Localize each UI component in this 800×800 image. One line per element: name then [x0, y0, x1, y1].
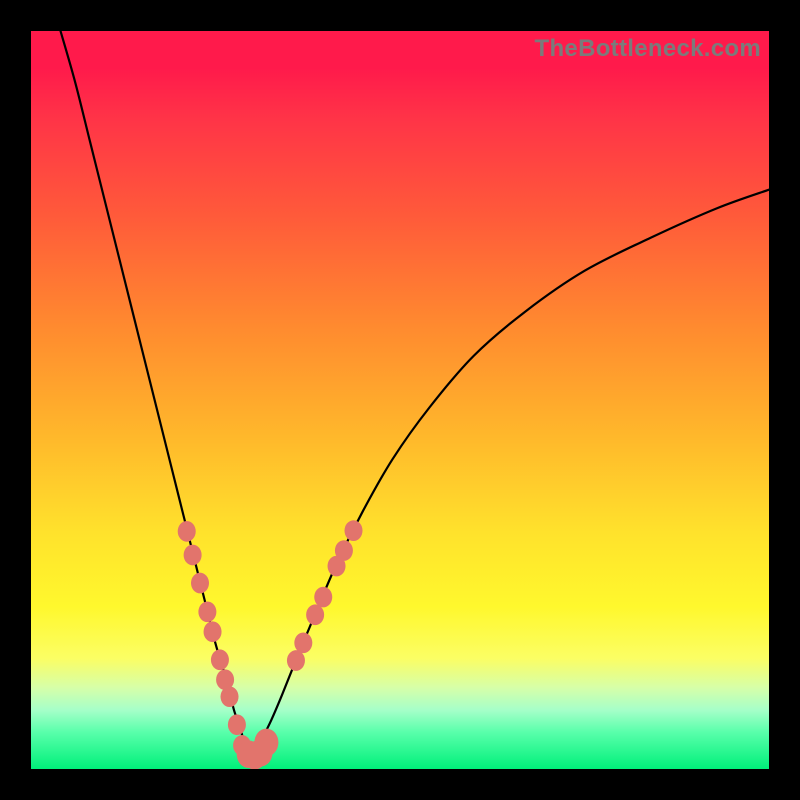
marker-dot — [228, 714, 246, 735]
right-curve — [252, 190, 769, 758]
marker-dot — [178, 521, 196, 542]
marker-dot — [211, 649, 229, 670]
marker-dot — [287, 650, 305, 671]
marker-dot — [335, 540, 353, 561]
markers-left — [178, 521, 251, 756]
marker-dot — [345, 520, 363, 541]
marker-dot — [198, 601, 216, 622]
left-curve — [61, 31, 247, 754]
marker-dot — [221, 686, 239, 707]
marker-dot — [204, 621, 222, 642]
marker-dot — [306, 604, 324, 625]
curves-svg — [31, 31, 769, 769]
markers-right — [287, 520, 363, 671]
chart-container: TheBottleneck.com — [0, 0, 800, 800]
marker-dot — [191, 573, 209, 594]
plot-area: TheBottleneck.com — [31, 31, 769, 769]
marker-dot — [254, 729, 278, 757]
marker-dot — [314, 587, 332, 608]
marker-dot — [294, 632, 312, 653]
marker-dot — [184, 545, 202, 566]
